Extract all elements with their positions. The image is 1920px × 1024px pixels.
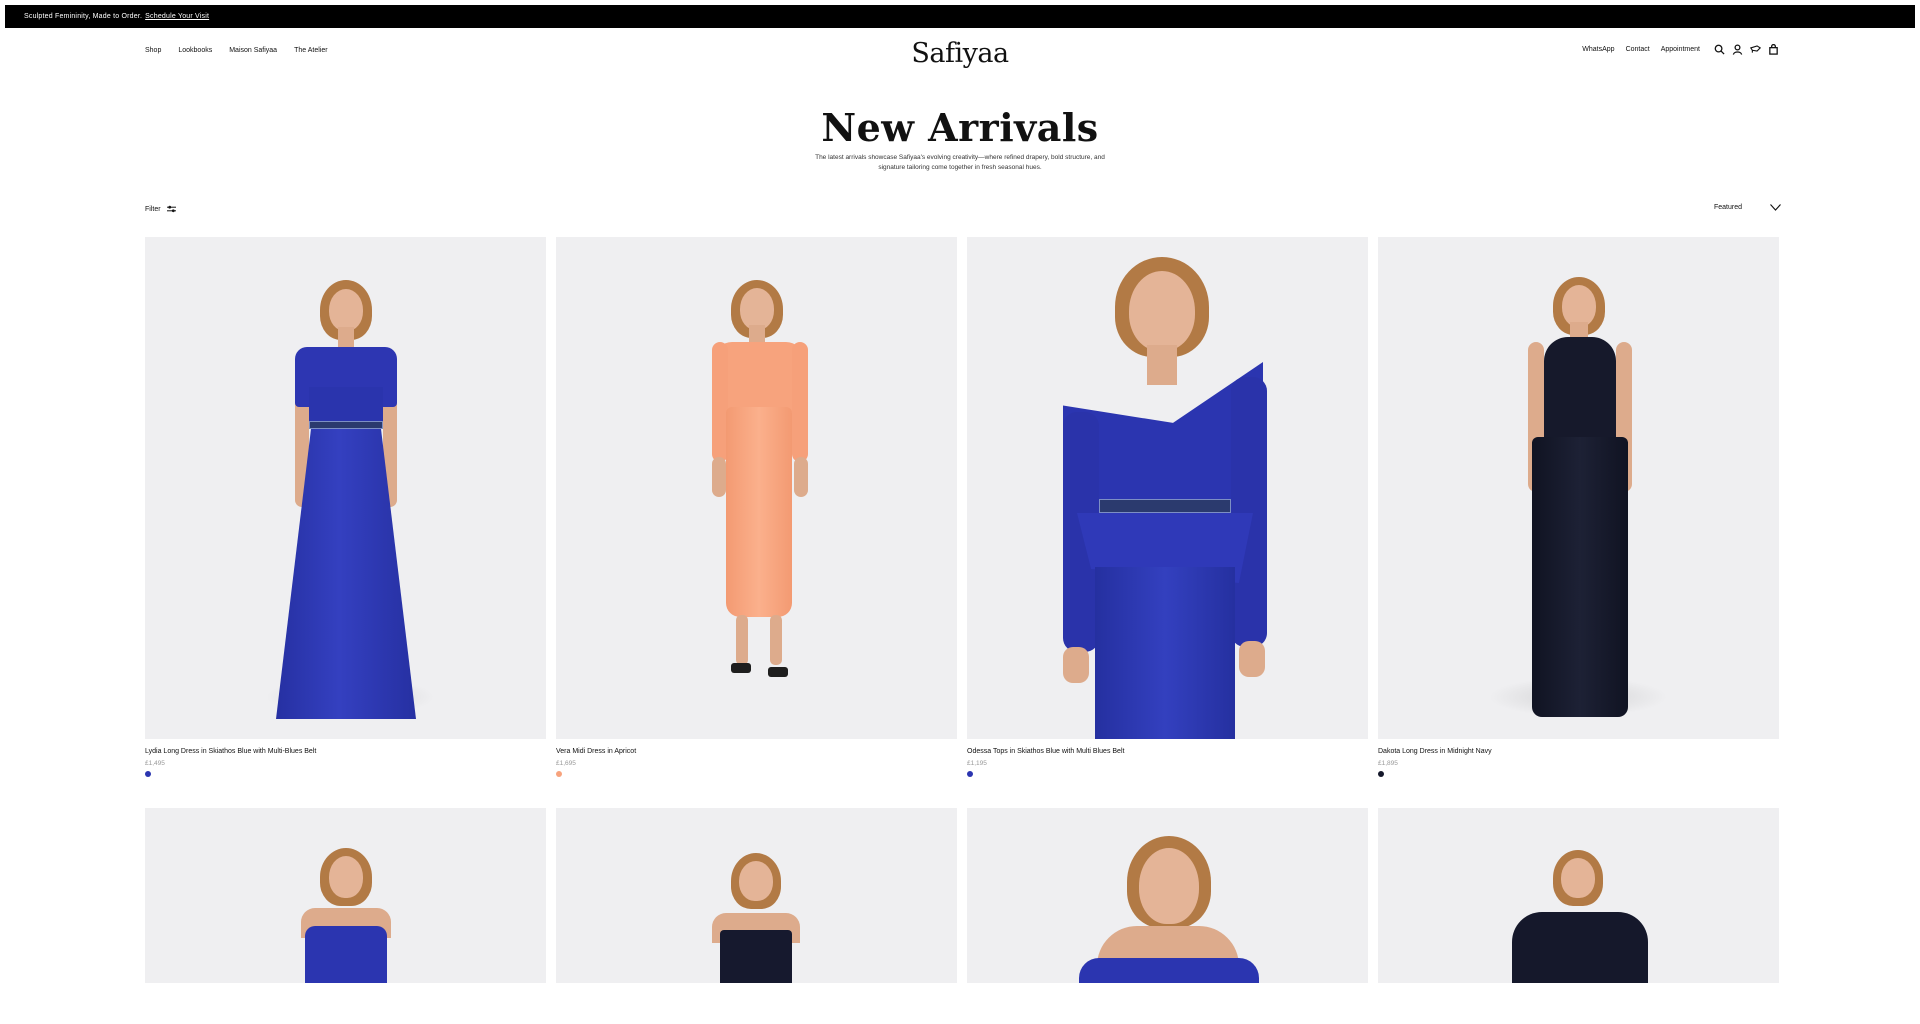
sort-dropdown[interactable]: Featured [1714, 204, 1781, 211]
product-name[interactable]: Vera Midi Dress in Apricot [556, 748, 957, 755]
page-frame: Sculpted Femininity, Made to Order. Sche… [5, 5, 1915, 1019]
announcement-bar: Sculpted Femininity, Made to Order. Sche… [5, 5, 1915, 28]
chevron-down-icon [1770, 204, 1781, 211]
product-name[interactable]: Dakota Long Dress in Midnight Navy [1378, 748, 1779, 755]
schedule-visit-link[interactable]: Schedule Your Visit [145, 13, 209, 20]
product-card[interactable]: Dakota Long Dress in Midnight Navy £1,89… [1378, 237, 1779, 777]
product-card[interactable]: Lydia Long Dress in Skiathos Blue with M… [145, 237, 546, 777]
product-name[interactable]: Lydia Long Dress in Skiathos Blue with M… [145, 748, 546, 755]
sort-label: Featured [1713, 204, 1742, 211]
product-image[interactable] [556, 808, 957, 983]
account-icon[interactable] [1731, 43, 1743, 55]
product-price: £1,695 [556, 760, 576, 767]
search-icon[interactable] [1713, 43, 1725, 55]
product-price: £1,895 [1378, 760, 1398, 767]
product-name[interactable]: Odessa Tops in Skiathos Blue with Multi … [967, 748, 1368, 755]
header-icons [1713, 43, 1779, 55]
product-image[interactable] [1378, 808, 1779, 983]
product-card[interactable]: Vera Midi Dress in Apricot £1,695 [556, 237, 957, 777]
product-card[interactable]: Odessa Tops in Skiathos Blue with Multi … [967, 237, 1368, 777]
product-card[interactable] [967, 808, 1368, 983]
product-image[interactable] [967, 808, 1368, 983]
page-title: New Arrivals [821, 105, 1099, 150]
utility-nav: WhatsApp Contact Appointment [1582, 43, 1779, 55]
product-price: £1,195 [967, 760, 987, 767]
product-image[interactable] [145, 237, 546, 739]
bag-icon[interactable] [1767, 43, 1779, 55]
product-image[interactable] [967, 237, 1368, 739]
color-swatch[interactable] [145, 771, 151, 777]
color-swatch[interactable] [556, 771, 562, 777]
filter-icon [166, 205, 176, 213]
product-card[interactable] [145, 808, 546, 983]
product-card[interactable] [1378, 808, 1779, 983]
nav-appointment[interactable]: Appointment [1661, 46, 1700, 53]
product-image[interactable] [145, 808, 546, 983]
color-swatch[interactable] [967, 771, 973, 777]
wishlist-icon[interactable] [1749, 43, 1761, 55]
filter-label: Filter [145, 205, 161, 213]
nav-contact[interactable]: Contact [1626, 46, 1650, 53]
nav-whatsapp[interactable]: WhatsApp [1582, 46, 1614, 53]
product-image[interactable] [1378, 237, 1779, 739]
announcement-text: Sculpted Femininity, Made to Order. [24, 13, 143, 20]
product-card[interactable] [556, 808, 957, 983]
filter-button[interactable]: Filter [145, 205, 176, 213]
color-swatch[interactable] [1378, 771, 1384, 777]
product-image[interactable] [556, 237, 957, 739]
page-intro: The latest arrivals showcase Safiyaa's e… [815, 154, 1105, 171]
site-header: Shop Lookbooks Maison Safiyaa The Atelie… [5, 28, 1915, 78]
product-price: £1,495 [145, 760, 165, 767]
